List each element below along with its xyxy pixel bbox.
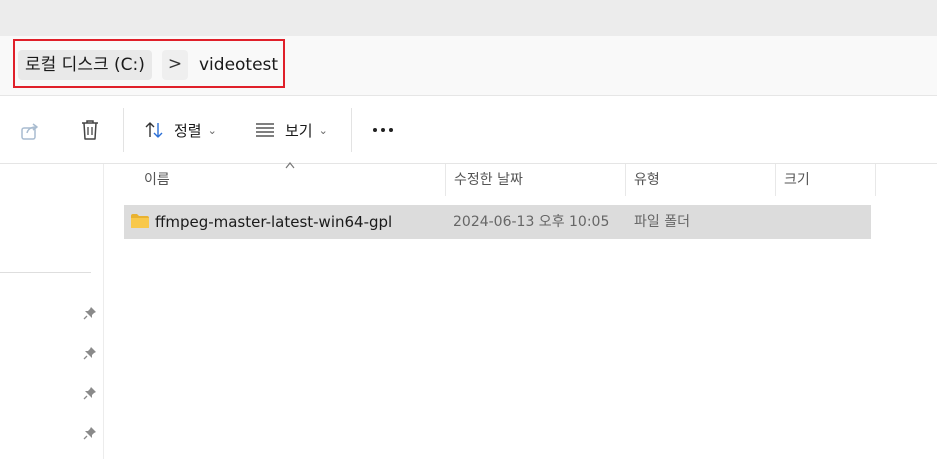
view-list-icon (256, 123, 274, 137)
title-bar (0, 0, 937, 36)
pin-icon[interactable] (83, 386, 97, 400)
pin-icon[interactable] (83, 346, 97, 360)
command-bar (0, 96, 937, 164)
toolbar-divider (351, 108, 352, 152)
sort-ascending-icon (285, 162, 295, 169)
breadcrumb-chevron[interactable]: > (162, 50, 188, 80)
pin-icon[interactable] (83, 426, 97, 440)
column-header-name[interactable]: 이름 (144, 164, 170, 196)
file-modified: 2024-06-13 오후 10:05 (453, 214, 610, 230)
pin-icon[interactable] (83, 306, 97, 320)
more-icon[interactable] (368, 117, 398, 143)
nav-divider (0, 272, 91, 273)
view-button[interactable]: 보기 ⌄ (255, 115, 328, 145)
column-divider[interactable] (625, 164, 626, 196)
sort-button[interactable]: 정렬 ⌄ (144, 115, 217, 145)
breadcrumb-current[interactable]: videotest (199, 50, 278, 80)
sort-icon (145, 122, 163, 138)
chevron-down-icon: ⌄ (318, 123, 328, 137)
column-divider[interactable] (875, 164, 876, 196)
share-icon[interactable] (17, 118, 43, 144)
column-header-size[interactable]: 크기 (784, 164, 810, 196)
column-header-modified[interactable]: 수정한 날짜 (454, 164, 523, 196)
sort-label: 정렬 (174, 121, 202, 140)
column-divider[interactable] (445, 164, 446, 196)
file-type: 파일 폴더 (634, 214, 690, 230)
column-header-type[interactable]: 유형 (634, 164, 660, 196)
column-divider[interactable] (775, 164, 776, 196)
toolbar-divider (123, 108, 124, 152)
trash-icon[interactable] (77, 116, 103, 144)
breadcrumb-root[interactable]: 로컬 디스크 (C:) (18, 50, 152, 80)
view-label: 보기 (285, 121, 313, 140)
folder-icon (131, 214, 149, 228)
chevron-down-icon: ⌄ (207, 123, 217, 137)
file-name[interactable]: ffmpeg-master-latest-win64-gpl (155, 205, 392, 239)
